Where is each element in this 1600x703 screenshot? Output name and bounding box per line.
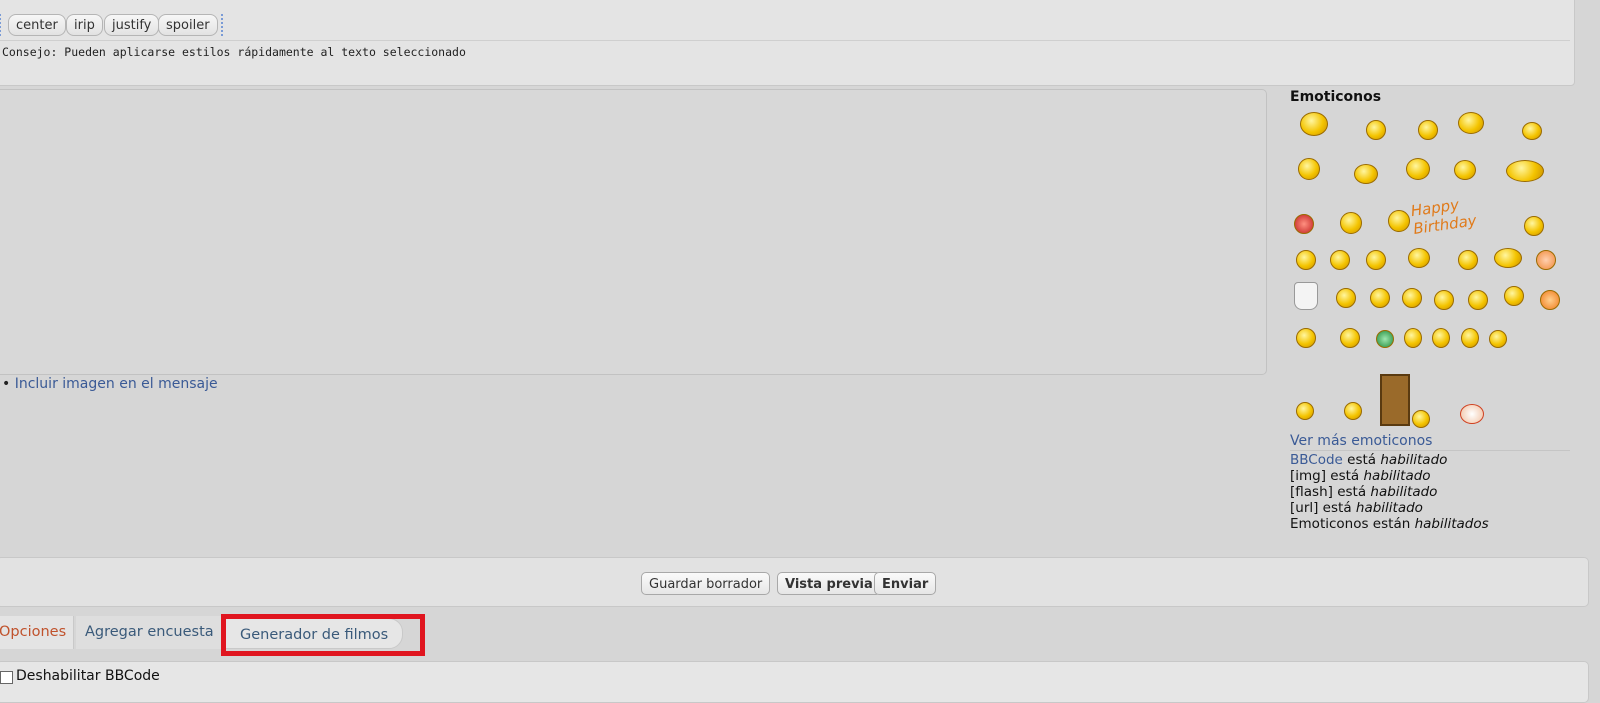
status-state: habilitado	[1363, 468, 1431, 484]
birthday-banner-icon: Happy Birthday	[1409, 195, 1478, 238]
status-text: [flash] está	[1290, 484, 1371, 500]
img-status: [img] está habilitado	[1290, 468, 1431, 484]
status-state: habilitado	[1380, 452, 1448, 468]
happy-birthday-icon[interactable]	[1388, 210, 1410, 232]
include-image-link[interactable]: Incluir imagen en el mensaje	[15, 376, 218, 392]
emoticons-title: Emoticonos	[1290, 89, 1382, 105]
smiley-plain-icon[interactable]	[1458, 250, 1478, 270]
url-status: [url] está habilitado	[1290, 500, 1423, 516]
preview-button[interactable]: Vista previa	[777, 572, 881, 595]
smiley-glasses-icon[interactable]	[1418, 120, 1438, 140]
include-image-row: • Incluir imagen en el mensaje	[2, 376, 218, 392]
tab-options[interactable]: Opciones	[0, 616, 74, 649]
disable-bbcode-label[interactable]: Deshabilitar BBCode	[16, 668, 160, 684]
toolbar-separator	[0, 14, 3, 36]
status-state: habilitados	[1414, 516, 1489, 532]
smiley-angel-icon[interactable]	[1296, 328, 1316, 348]
smiley-chained-icon[interactable]	[1344, 402, 1362, 420]
smiley-singing-icon[interactable]	[1366, 120, 1386, 140]
bbcode-link[interactable]: BBCode	[1290, 452, 1343, 468]
tab-add-poll[interactable]: Agregar encuesta	[76, 616, 222, 649]
smiley-smirk-icon[interactable]	[1468, 290, 1488, 310]
irip-button[interactable]: irip	[66, 14, 103, 36]
divider	[1290, 450, 1570, 451]
smiley-executioner-icon[interactable]	[1412, 410, 1430, 428]
smiley-angry-icon[interactable]	[1294, 214, 1314, 234]
disable-bbcode-checkbox[interactable]	[0, 671, 13, 684]
smiley-smile-icon[interactable]	[1524, 216, 1544, 236]
smiley-wink-icon[interactable]	[1434, 290, 1454, 310]
flash-status: [flash] está habilitado	[1290, 484, 1437, 500]
status-state: habilitado	[1355, 500, 1423, 516]
highlight-box	[221, 614, 425, 656]
smiley-shouting-icon[interactable]	[1458, 112, 1484, 134]
smiley-shocked-icon[interactable]	[1370, 288, 1390, 308]
status-text: Emoticonos están	[1290, 516, 1415, 532]
status-text: está	[1342, 452, 1381, 468]
toilet-icon[interactable]	[1294, 282, 1318, 310]
arrow-icon[interactable]	[1489, 330, 1507, 348]
save-draft-button[interactable]: Guardar borrador	[641, 572, 771, 595]
bbcode-status: BBCode está habilitado	[1290, 452, 1447, 468]
status-state: habilitado	[1370, 484, 1438, 500]
clown-icon[interactable]	[1460, 404, 1484, 424]
smiley-lying-icon[interactable]	[1522, 122, 1542, 140]
status-text: [url] está	[1290, 500, 1356, 516]
idea-icon[interactable]	[1461, 328, 1479, 348]
smiley-rock-icon[interactable]	[1298, 158, 1320, 180]
smiley-thumbs-up-icon[interactable]	[1354, 164, 1378, 184]
center-button[interactable]: center	[8, 14, 66, 36]
smiley-sad-icon[interactable]	[1336, 288, 1356, 308]
question-icon[interactable]	[1432, 328, 1450, 348]
justify-button[interactable]: justify	[104, 14, 160, 36]
status-text: [img] está	[1290, 468, 1364, 484]
smiley-blush-icon[interactable]	[1536, 250, 1556, 270]
smiley-beer-icon[interactable]	[1300, 112, 1328, 136]
smiley-waving-icon[interactable]	[1454, 160, 1476, 180]
spoiler-button[interactable]: spoiler	[158, 14, 218, 36]
message-textarea[interactable]	[0, 89, 1267, 375]
smiley-party-icon[interactable]	[1408, 248, 1430, 268]
smiley-whistle-icon[interactable]	[1340, 328, 1360, 348]
smiley-sick-icon[interactable]	[1376, 330, 1394, 348]
smiley-tongue-out-icon[interactable]	[1504, 286, 1524, 306]
smiley-happy-icon[interactable]	[1296, 250, 1316, 270]
smiley-chained-icon[interactable]	[1296, 402, 1314, 420]
smiley-cool-thumb-icon[interactable]	[1494, 248, 1522, 268]
smiley-tongue-icon[interactable]	[1330, 250, 1350, 270]
exclamation-icon[interactable]	[1404, 328, 1422, 348]
smiley-couple-icon[interactable]	[1506, 160, 1544, 182]
smiley-grin-icon[interactable]	[1366, 250, 1386, 270]
submit-button[interactable]: Enviar	[874, 572, 937, 595]
bullet: •	[2, 376, 11, 392]
smiley-hat-icon[interactable]	[1340, 212, 1362, 234]
smiley-dizzy-icon[interactable]	[1540, 290, 1560, 310]
toolbar-separator	[221, 14, 225, 36]
more-emoticons-link[interactable]: Ver más emoticonos	[1290, 433, 1432, 449]
emoticons-status: Emoticonos están habilitados	[1290, 516, 1489, 532]
smiley-confused-icon[interactable]	[1402, 288, 1422, 308]
guillotine-icon[interactable]	[1380, 374, 1410, 426]
options-panel	[0, 661, 1589, 703]
bbcode-button-row: center irip justify spoiler	[0, 10, 1570, 41]
formatting-tip: Consejo: Pueden aplicarse estilos rápida…	[2, 45, 466, 59]
smiley-laughing-icon[interactable]	[1406, 158, 1430, 180]
